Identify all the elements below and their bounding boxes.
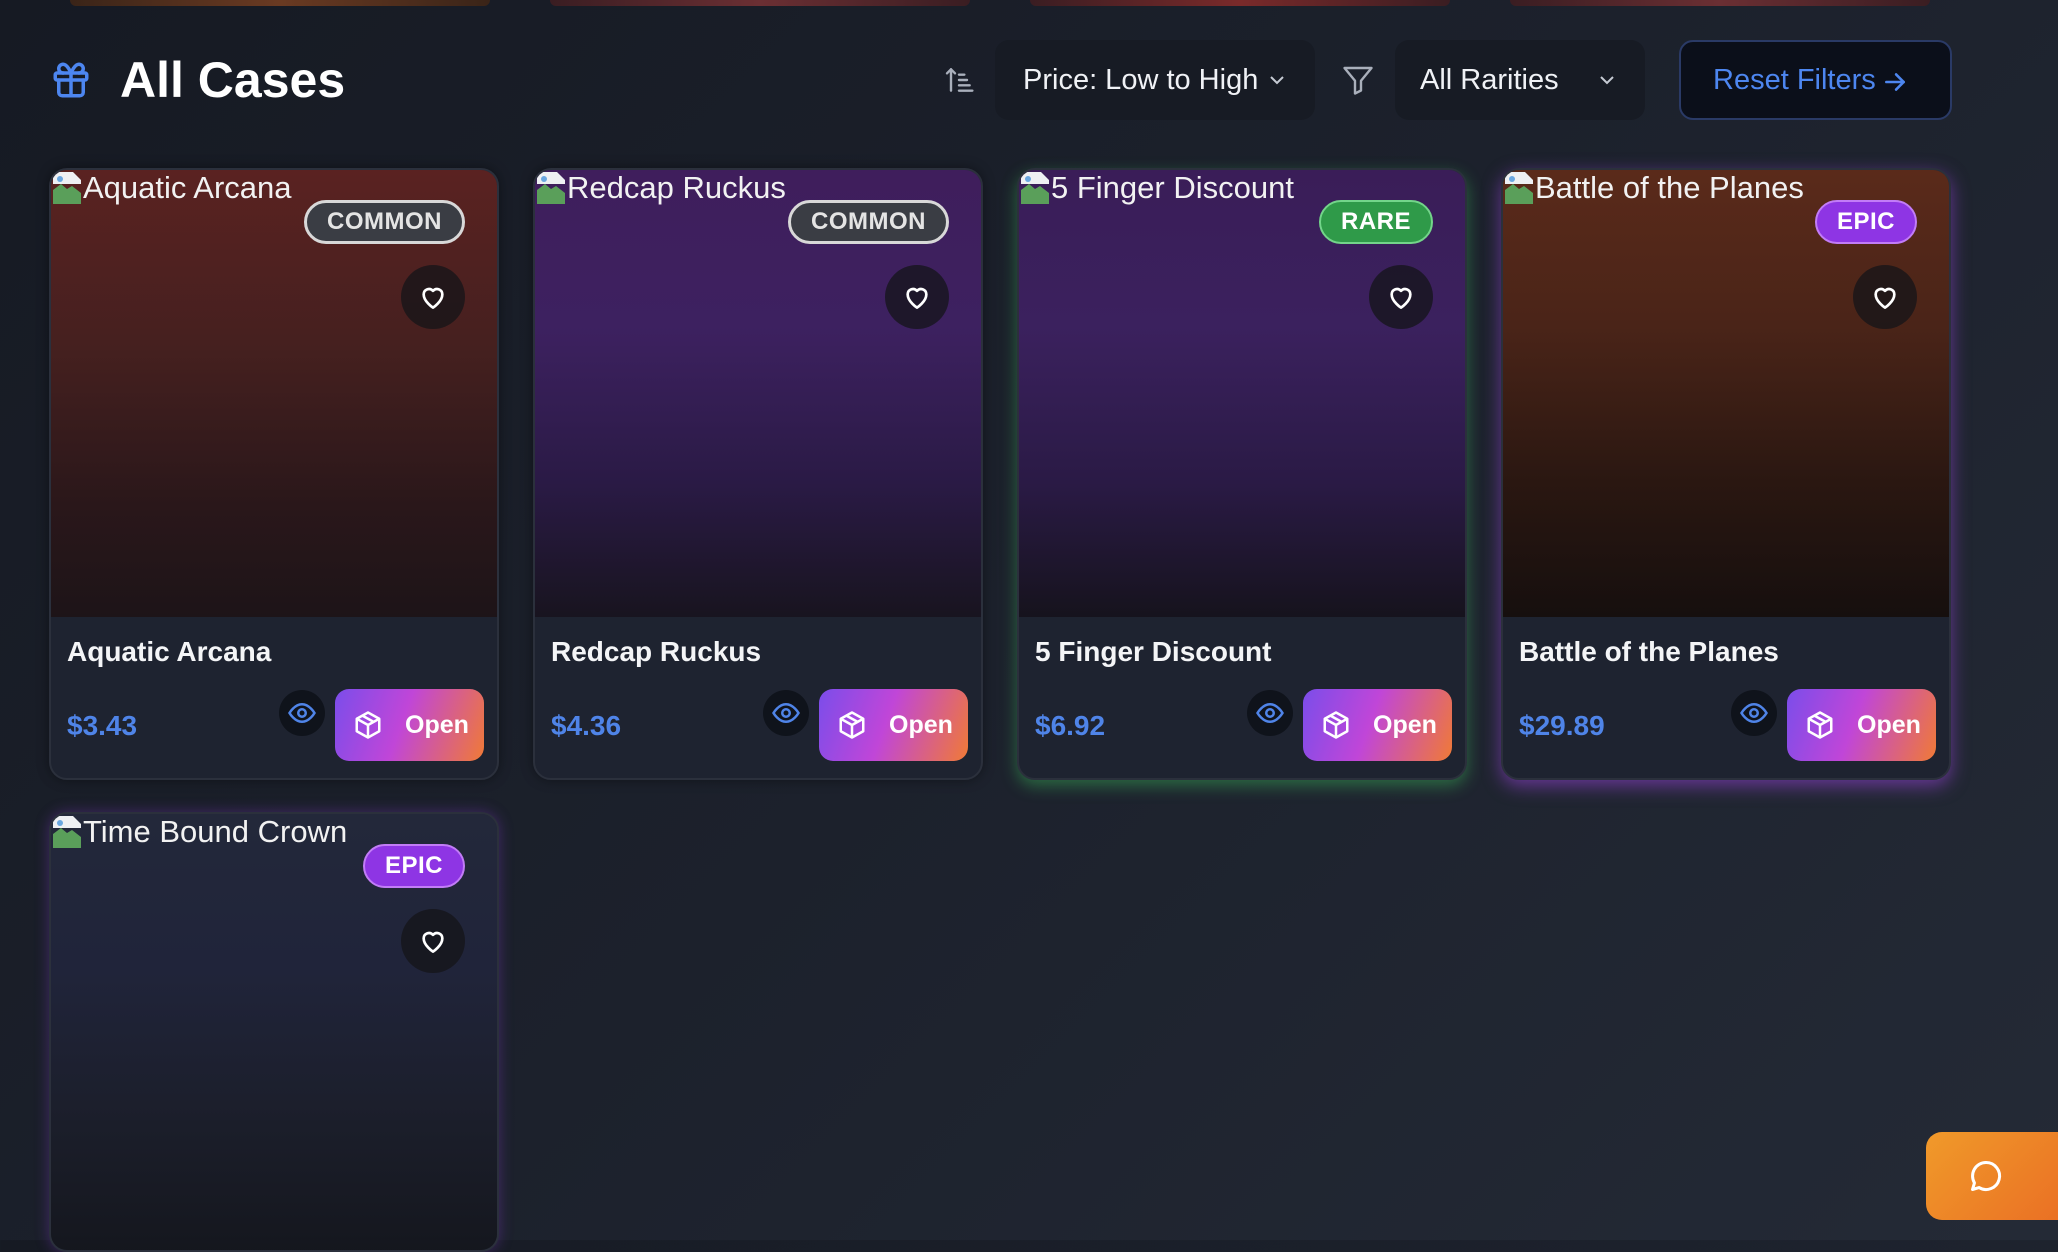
- image-alt-text: Aquatic Arcana: [51, 170, 292, 206]
- box-icon: [355, 711, 381, 739]
- heart-icon: [1390, 287, 1412, 309]
- chat-button[interactable]: [1926, 1132, 2058, 1220]
- image-alt-text: Time Bound Crown: [51, 814, 347, 850]
- rarity-badge: EPIC: [1814, 200, 1917, 244]
- favorite-button[interactable]: [1853, 265, 1917, 329]
- case-card[interactable]: 5 Finger Discount RARE 5 Finger Discount…: [1017, 168, 1467, 780]
- broken-image-icon: [1503, 170, 1535, 206]
- image-alt-text: Battle of the Planes: [1503, 170, 1804, 206]
- favorite-button[interactable]: [1369, 265, 1433, 329]
- rarity-badge: EPIC: [362, 844, 465, 888]
- heart-icon: [422, 931, 444, 953]
- sort-dropdown[interactable]: Price: Low to High: [995, 40, 1315, 120]
- eye-icon: [772, 702, 800, 724]
- case-price: $3.43: [67, 710, 138, 741]
- box-icon: [1807, 711, 1833, 739]
- page-header: All Cases Price: Low to High All Raritie…: [50, 40, 1952, 120]
- eye-icon: [1740, 702, 1768, 724]
- open-case-button[interactable]: Open: [1303, 689, 1452, 761]
- page-title: All Cases: [120, 52, 346, 108]
- sort-ascending-icon[interactable]: [943, 64, 975, 96]
- image-alt-text: Redcap Ruckus: [535, 170, 786, 206]
- chevron-down-icon: [1600, 76, 1614, 85]
- arrow-right-icon: [1885, 73, 1905, 91]
- broken-image-icon: [51, 814, 83, 850]
- broken-image-icon: [1019, 170, 1051, 206]
- sort-dropdown-label: Price: Low to High: [1023, 63, 1259, 96]
- heart-icon: [422, 287, 444, 309]
- case-price: $6.92: [1035, 710, 1106, 741]
- favorite-button[interactable]: [401, 909, 465, 973]
- heart-icon: [906, 287, 928, 309]
- case-price: $4.36: [551, 710, 622, 741]
- case-name: Battle of the Planes: [1519, 636, 1779, 667]
- preview-button[interactable]: [1731, 690, 1777, 736]
- case-name: Redcap Ruckus: [551, 636, 762, 667]
- rarity-badge: COMMON: [788, 200, 949, 244]
- rarity-dropdown-label: All Rarities: [1420, 63, 1559, 96]
- case-card[interactable]: Redcap Ruckus COMMON Redcap Ruckus $4.36…: [533, 168, 983, 780]
- gift-icon: [53, 62, 89, 98]
- case-card[interactable]: Battle of the Planes EPIC Battle of the …: [1501, 168, 1951, 780]
- heart-icon: [1874, 287, 1896, 309]
- eye-icon: [288, 702, 316, 724]
- eye-icon: [1256, 702, 1284, 724]
- open-case-button[interactable]: Open: [1787, 689, 1936, 761]
- chevron-down-icon: [1270, 76, 1284, 85]
- reset-filters-label: Reset Filters: [1713, 63, 1876, 96]
- box-icon: [839, 711, 865, 739]
- rarity-badge: COMMON: [304, 200, 465, 244]
- rarity-dropdown[interactable]: All Rarities: [1395, 40, 1645, 120]
- broken-image-icon: [535, 170, 567, 206]
- box-icon: [1323, 711, 1349, 739]
- reset-filters-button[interactable]: Reset Filters: [1679, 40, 1952, 120]
- preview-button[interactable]: [763, 690, 809, 736]
- favorite-button[interactable]: [401, 265, 465, 329]
- image-alt-text: 5 Finger Discount: [1019, 170, 1294, 206]
- rarity-badge: RARE: [1318, 200, 1433, 244]
- chat-icon: [1971, 1160, 2002, 1191]
- preview-button[interactable]: [279, 690, 325, 736]
- case-card[interactable]: Time Bound Crown EPIC: [49, 812, 499, 1252]
- case-card[interactable]: Aquatic Arcana COMMON Aquatic Arcana $3.…: [49, 168, 499, 780]
- case-name: 5 Finger Discount: [1035, 636, 1272, 667]
- filter-icon[interactable]: [1340, 62, 1376, 98]
- open-case-button[interactable]: Open: [819, 689, 968, 761]
- case-price: $29.89: [1519, 710, 1605, 741]
- preview-button[interactable]: [1247, 690, 1293, 736]
- case-name: Aquatic Arcana: [67, 636, 272, 667]
- top-strip: [0, 0, 2058, 8]
- broken-image-icon: [51, 170, 83, 206]
- open-case-button[interactable]: Open: [335, 689, 484, 761]
- favorite-button[interactable]: [885, 265, 949, 329]
